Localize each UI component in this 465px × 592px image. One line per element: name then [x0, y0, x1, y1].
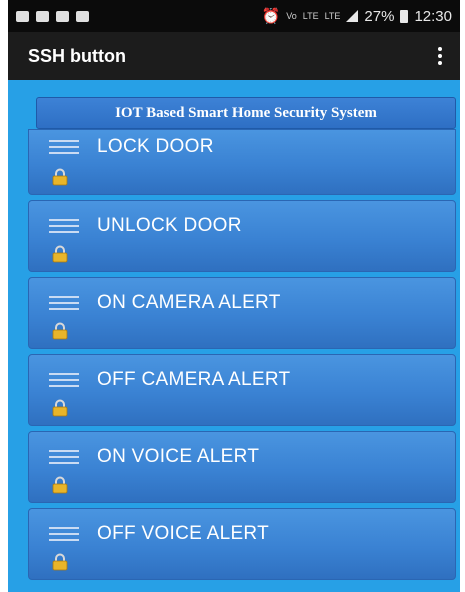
lock-icon	[52, 245, 68, 263]
main-content: IOT Based Smart Home Security System LOC…	[28, 97, 456, 585]
drag-handle-icon	[49, 296, 79, 310]
signal-icon	[346, 10, 359, 22]
action-label: UNLOCK DOOR	[97, 215, 242, 236]
clock: 12:30	[414, 7, 452, 25]
action-list: LOCK DOOR UNLOCK DOOR ON CAMERA ALERT OF…	[28, 129, 456, 580]
on-voice-alert-button[interactable]: ON VOICE ALERT	[28, 431, 456, 503]
overflow-menu-icon[interactable]	[432, 44, 448, 68]
action-label: ON VOICE ALERT	[97, 446, 260, 467]
drag-handle-icon	[49, 140, 79, 154]
action-label: OFF VOICE ALERT	[97, 523, 270, 544]
lock-door-button[interactable]: LOCK DOOR	[28, 129, 456, 195]
action-label: ON CAMERA ALERT	[97, 292, 281, 313]
lock-icon	[52, 322, 68, 340]
system-status: ⏰ Vo LTE LTE 27% 12:30	[261, 7, 452, 26]
lock-icon	[52, 399, 68, 417]
action-label: OFF CAMERA ALERT	[97, 369, 291, 390]
lock-icon	[52, 168, 68, 186]
off-camera-alert-button[interactable]: OFF CAMERA ALERT	[28, 354, 456, 426]
unlock-door-button[interactable]: UNLOCK DOOR	[28, 200, 456, 272]
notification-icon	[36, 10, 49, 22]
drag-handle-icon	[49, 373, 79, 387]
lock-icon	[52, 553, 68, 571]
app-bar: SSH button	[8, 32, 460, 80]
volte-label: Vo	[286, 11, 297, 21]
drag-handle-icon	[49, 450, 79, 464]
app-title: SSH button	[28, 45, 126, 66]
alarm-icon: ⏰	[261, 8, 281, 25]
off-voice-alert-button[interactable]: OFF VOICE ALERT	[28, 508, 456, 580]
notification-icon	[76, 10, 89, 22]
action-label: LOCK DOOR	[97, 136, 214, 157]
battery-icon	[400, 9, 409, 23]
lte-label: LTE	[302, 11, 319, 21]
page-banner: IOT Based Smart Home Security System	[36, 97, 456, 129]
notification-icon	[16, 10, 29, 22]
status-bar: ⏰ Vo LTE LTE 27% 12:30	[8, 0, 460, 32]
lock-icon	[52, 476, 68, 494]
battery-percent: 27%	[364, 7, 395, 25]
phone-screen: ⏰ Vo LTE LTE 27% 12:30 SSH button IOT Ba…	[8, 0, 460, 592]
notification-icons	[16, 10, 89, 22]
drag-handle-icon	[49, 219, 79, 233]
lte-label-2: LTE	[324, 11, 341, 21]
notification-icon	[56, 10, 69, 22]
on-camera-alert-button[interactable]: ON CAMERA ALERT	[28, 277, 456, 349]
drag-handle-icon	[49, 527, 79, 541]
